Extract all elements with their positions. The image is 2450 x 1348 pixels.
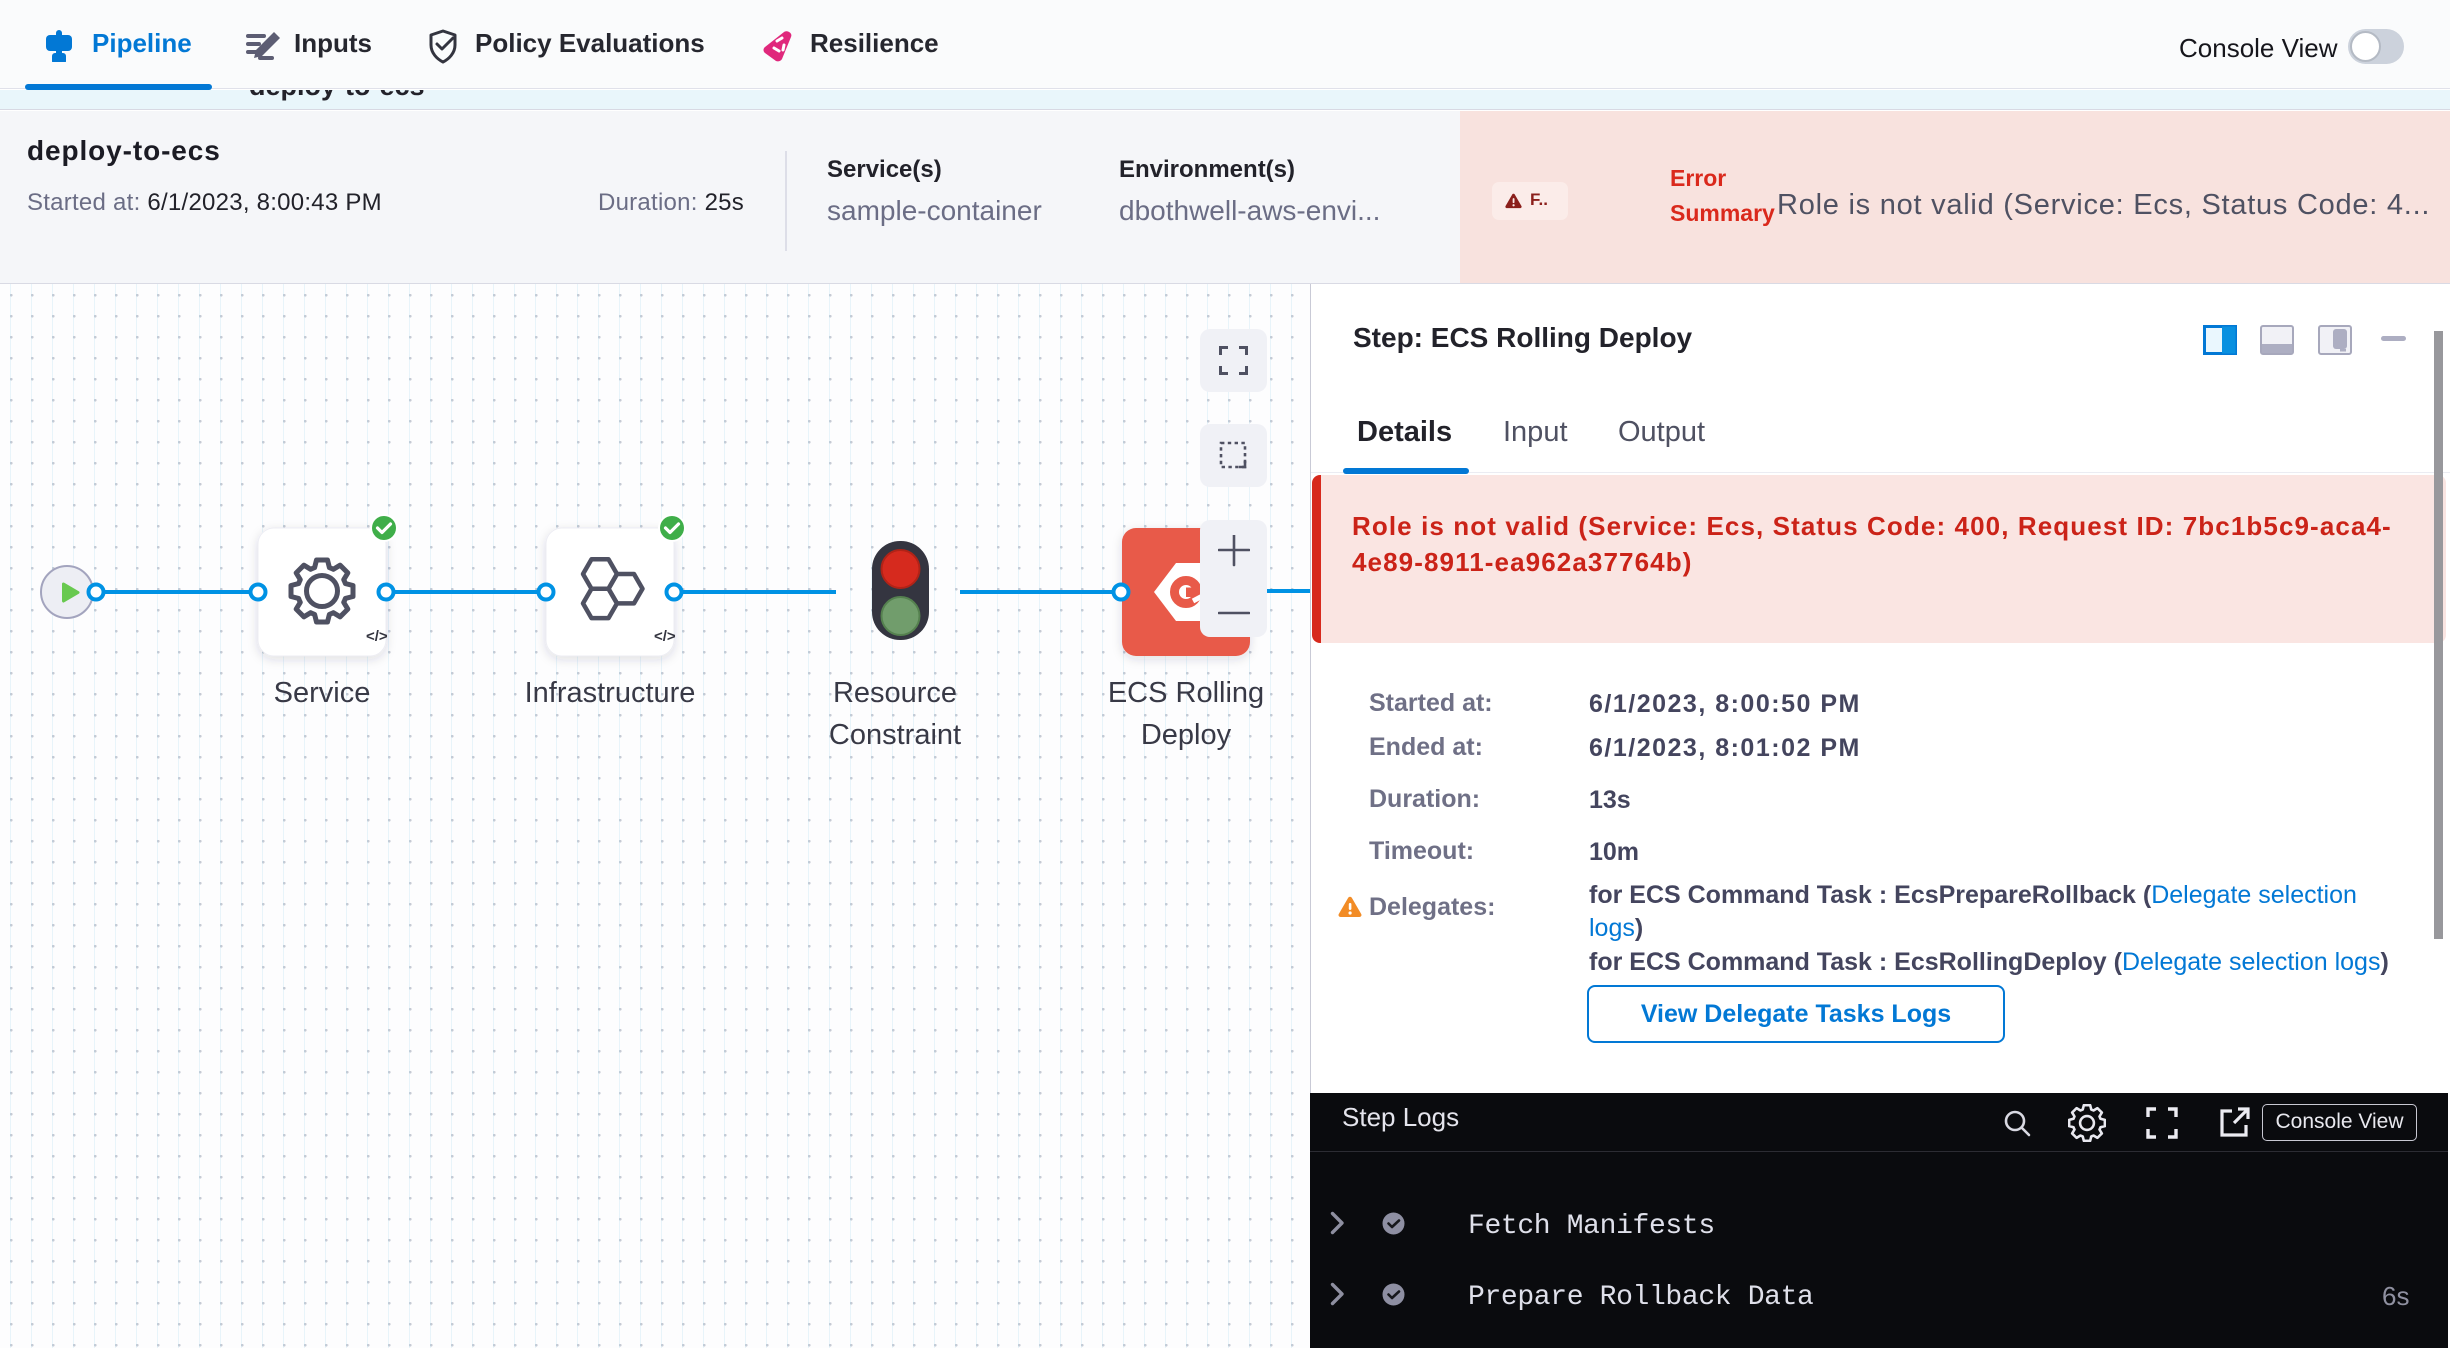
svg-text:</>: </> [366,628,388,645]
svg-text:</>: </> [654,628,676,645]
